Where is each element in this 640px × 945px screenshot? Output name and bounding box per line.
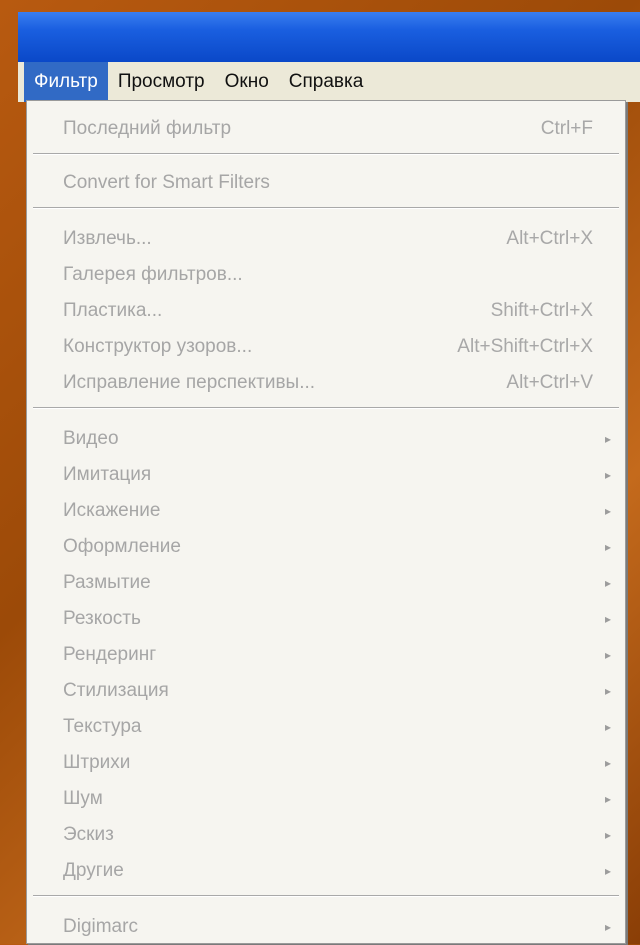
menu-item-label: Рендеринг (63, 644, 157, 665)
menu-item-sketch[interactable]: Эскиз ▸ (27, 817, 625, 853)
menu-item-label: Резкость (63, 608, 141, 629)
menu-item-filter-gallery[interactable]: Галерея фильтров... (27, 257, 625, 293)
menu-item-extract[interactable]: Извлечь... Alt+Ctrl+X (27, 221, 625, 257)
menu-item-label: Стилизация (63, 680, 169, 701)
menu-item-label: Другие (63, 860, 124, 881)
menu-item-video[interactable]: Видео ▸ (27, 421, 625, 457)
menu-item-convert-smart-filters[interactable]: Convert for Smart Filters (27, 165, 625, 201)
menu-item-shortcut: Alt+Shift+Ctrl+X (457, 336, 593, 357)
menu-item-artistic[interactable]: Имитация ▸ (27, 457, 625, 493)
menu-item-shortcut: Ctrl+F (540, 118, 593, 139)
menu-item-label: Видео (63, 428, 119, 449)
menu-item-pattern-maker[interactable]: Конструктор узоров... Alt+Shift+Ctrl+X (27, 329, 625, 365)
menu-filter[interactable]: Фильтр (24, 62, 108, 102)
menu-item-label: Извлечь... (63, 228, 152, 249)
menu-bar: Фильтр Просмотр Окно Справка (18, 62, 640, 102)
menu-item-blur[interactable]: Размытие ▸ (27, 565, 625, 601)
submenu-arrow-icon: ▸ (604, 920, 611, 934)
menu-item-last-filter[interactable]: Последний фильтр Ctrl+F (27, 111, 625, 147)
menu-item-label: Шум (63, 788, 103, 809)
submenu-arrow-icon: ▸ (604, 576, 611, 590)
menu-item-label: Размытие (63, 572, 151, 593)
menu-item-label: Оформление (63, 536, 181, 557)
menu-item-label: Convert for Smart Filters (63, 172, 270, 193)
menu-item-noise[interactable]: Шум ▸ (27, 781, 625, 817)
submenu-arrow-icon: ▸ (604, 756, 611, 770)
menu-item-label: Эскиз (63, 824, 114, 845)
submenu-arrow-icon: ▸ (604, 864, 611, 878)
menu-separator (33, 407, 619, 409)
submenu-arrow-icon: ▸ (604, 684, 611, 698)
submenu-arrow-icon: ▸ (604, 720, 611, 734)
menu-item-shortcut: Shift+Ctrl+X (490, 300, 593, 321)
menu-separator (33, 153, 619, 155)
menu-item-label: Штрихи (63, 752, 131, 773)
menu-item-digimarc[interactable]: Digimarc ▸ (27, 909, 625, 945)
menu-item-shortcut: Alt+Ctrl+V (506, 372, 593, 393)
menu-separator (33, 895, 619, 897)
submenu-arrow-icon: ▸ (604, 828, 611, 842)
menu-item-label: Имитация (63, 464, 152, 485)
menu-item-label: Искажение (63, 500, 161, 521)
window-titlebar (18, 12, 640, 62)
submenu-arrow-icon: ▸ (604, 432, 611, 446)
menu-item-shortcut: Alt+Ctrl+X (506, 228, 593, 249)
menu-separator (33, 207, 619, 209)
menu-item-texture[interactable]: Текстура ▸ (27, 709, 625, 745)
submenu-arrow-icon: ▸ (604, 612, 611, 626)
menu-item-sharpen[interactable]: Резкость ▸ (27, 601, 625, 637)
menu-window[interactable]: Окно (215, 62, 279, 102)
menu-item-label: Галерея фильтров... (63, 264, 243, 285)
submenu-arrow-icon: ▸ (604, 540, 611, 554)
menu-item-render[interactable]: Рендеринг ▸ (27, 637, 625, 673)
menu-view[interactable]: Просмотр (108, 62, 215, 102)
menu-item-label: Digimarc (63, 916, 138, 937)
menu-item-label: Пластика... (63, 300, 163, 321)
menu-help[interactable]: Справка (279, 62, 374, 102)
menu-item-stylize[interactable]: Стилизация ▸ (27, 673, 625, 709)
menu-item-liquify[interactable]: Пластика... Shift+Ctrl+X (27, 293, 625, 329)
menu-item-label: Исправление перспективы... (63, 372, 316, 393)
menu-item-label: Конструктор узоров... (63, 336, 253, 357)
menu-item-vanishing-point[interactable]: Исправление перспективы... Alt+Ctrl+V (27, 365, 625, 401)
submenu-arrow-icon: ▸ (604, 504, 611, 518)
menu-item-other[interactable]: Другие ▸ (27, 853, 625, 889)
submenu-arrow-icon: ▸ (604, 648, 611, 662)
menu-item-distort[interactable]: Искажение ▸ (27, 493, 625, 529)
menu-item-label: Текстура (63, 716, 142, 737)
menu-item-label: Последний фильтр (63, 118, 232, 139)
menu-item-brush-strokes[interactable]: Штрихи ▸ (27, 745, 625, 781)
filter-dropdown-menu: Последний фильтр Ctrl+F Convert for Smar… (26, 100, 626, 944)
menu-item-design[interactable]: Оформление ▸ (27, 529, 625, 565)
submenu-arrow-icon: ▸ (604, 468, 611, 482)
submenu-arrow-icon: ▸ (604, 792, 611, 806)
